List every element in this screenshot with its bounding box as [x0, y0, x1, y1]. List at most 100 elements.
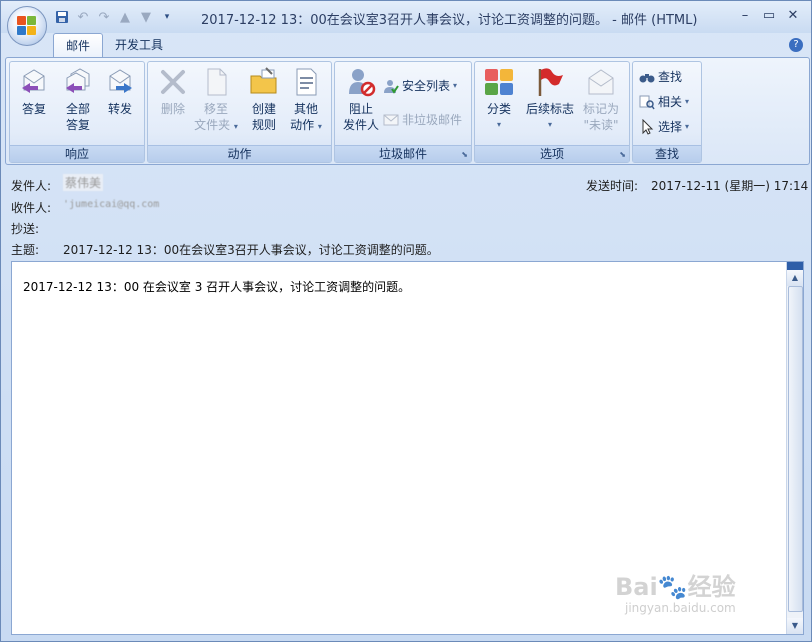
categorize-button[interactable]: 分类 ▾: [477, 66, 521, 133]
create-rule-button[interactable]: 创建 规则: [242, 66, 286, 133]
move-label-line1: 移至: [203, 102, 228, 116]
group-actions-label: 动作: [148, 145, 331, 162]
find-button[interactable]: 查找: [639, 67, 682, 87]
undo-icon[interactable]: ↶: [74, 8, 92, 26]
vertical-scrollbar[interactable]: ▲ ▼: [786, 262, 803, 634]
follow-up-label: 后续标志: [525, 102, 574, 116]
baidu-watermark-url: jingyan.baidu.com: [625, 601, 736, 615]
tab-message[interactable]: 邮件: [53, 33, 104, 58]
safe-list-icon: [383, 78, 399, 94]
to-value[interactable]: 'jumeicai@qq.com: [63, 199, 159, 210]
reply-button[interactable]: 答复: [12, 66, 56, 117]
select-button[interactable]: 选择 ▾: [639, 117, 689, 137]
redo-icon[interactable]: ↷: [95, 8, 113, 26]
mark-unread-label-line2: "未读": [583, 118, 619, 132]
cursor-arrow-icon: [639, 118, 655, 135]
group-junk-label: 垃圾邮件: [335, 145, 471, 162]
from-value[interactable]: 蔡伟美: [63, 174, 104, 191]
to-label: 收件人:: [11, 201, 52, 215]
move-to-folder-button[interactable]: 移至 文件夹 ▾: [194, 66, 238, 135]
forward-button[interactable]: 转发: [98, 66, 142, 117]
not-junk-button[interactable]: 非垃圾邮件: [383, 110, 462, 130]
sent-label: 发送时间:: [586, 179, 639, 193]
maximize-button[interactable]: ▭: [757, 5, 781, 25]
group-junk-email: 阻止 发件人 安全列表 ▾ 非垃圾邮件 垃圾邮件 ⬊: [334, 61, 472, 163]
reply-label: 答复: [21, 102, 46, 116]
delete-button[interactable]: 删除: [151, 66, 195, 117]
categorize-icon: [483, 66, 515, 98]
close-button[interactable]: ✕: [781, 5, 805, 25]
office-logo-icon: [17, 16, 37, 36]
move-document-icon: [200, 66, 232, 98]
not-junk-icon: [383, 112, 399, 128]
move-label-line2: 文件夹 ▾: [194, 118, 238, 132]
forward-icon: [104, 66, 136, 98]
mark-unread-button[interactable]: 标记为 "未读": [579, 66, 623, 133]
scrollbar-thumb[interactable]: [788, 286, 803, 612]
ribbon-tabs: 邮件 开发工具: [53, 33, 175, 58]
delete-label: 删除: [160, 102, 185, 116]
quick-access-toolbar: ↶ ↷ ▲ ▼ ▾: [53, 7, 176, 27]
group-find: 查找 相关 ▾ 选择 ▾ 查找: [632, 61, 702, 163]
window-controls: – ▭ ✕: [733, 5, 805, 25]
block-sender-button[interactable]: 阻止 发件人: [337, 66, 385, 133]
from-label: 发件人:: [11, 179, 52, 193]
subject-value: 2017-12-12 13：00在会议室3召开人事会议，讨论工资调整的问题。: [63, 243, 439, 257]
dialog-launcher-icon[interactable]: ⬊: [619, 150, 626, 159]
help-icon[interactable]: ?: [789, 38, 803, 52]
save-icon[interactable]: [53, 8, 71, 26]
cc-label: 抄送:: [11, 222, 40, 236]
safe-lists-button[interactable]: 安全列表 ▾: [383, 76, 457, 96]
categorize-label: 分类: [486, 102, 511, 116]
follow-up-button[interactable]: 后续标志 ▾: [521, 66, 579, 133]
group-actions: 删除 移至 文件夹 ▾ 创建 规则 其他 动作 ▾ 动作: [147, 61, 332, 163]
reply-all-button[interactable]: 全部 答复: [56, 66, 100, 133]
other-actions-button[interactable]: 其他 动作 ▾: [284, 66, 328, 135]
follow-up-flag-icon: [534, 66, 566, 98]
not-junk-label: 非垃圾邮件: [402, 113, 463, 127]
mark-unread-icon: [585, 66, 617, 98]
binoculars-icon: [639, 69, 655, 85]
window-title: 2017-12-12 13：00在会议室3召开人事会议，讨论工资调整的问题。 -…: [201, 13, 698, 28]
forward-label: 转发: [107, 102, 132, 116]
block-sender-label-line2: 发件人: [342, 118, 379, 132]
outlook-message-window: ↶ ↷ ▲ ▼ ▾ 2017-12-12 13：00在会议室3召开人事会议，讨论…: [0, 0, 812, 642]
create-rule-label-line2: 规则: [251, 118, 276, 132]
create-rule-label-line1: 创建: [251, 102, 276, 116]
reply-all-label-line1: 全部: [65, 102, 90, 116]
chevron-down-icon: ▾: [496, 120, 501, 129]
block-sender-label-line1: 阻止: [348, 102, 373, 116]
related-icon: [639, 94, 655, 110]
scrollbar-cap: [787, 262, 803, 270]
scroll-down-icon[interactable]: ▼: [787, 618, 803, 634]
customize-qat-icon[interactable]: ▾: [158, 8, 176, 26]
other-actions-icon: [290, 66, 322, 98]
other-actions-label-line1: 其他: [293, 102, 318, 116]
chevron-down-icon: ▾: [685, 97, 690, 106]
safe-lists-label: 安全列表: [402, 79, 451, 93]
up-arrow-icon[interactable]: ▲: [116, 8, 134, 26]
group-respond: 答复 全部 答复 转发 响应: [9, 61, 145, 163]
down-arrow-icon[interactable]: ▼: [137, 8, 155, 26]
baidu-watermark-logo: Bai🐾经验: [615, 573, 736, 601]
block-sender-icon: [345, 66, 377, 98]
dialog-launcher-icon[interactable]: ⬊: [461, 150, 468, 159]
tab-developer[interactable]: 开发工具: [103, 33, 175, 57]
group-respond-label: 响应: [10, 145, 144, 162]
chevron-down-icon: ▾: [453, 81, 458, 90]
minimize-button[interactable]: –: [733, 5, 757, 25]
office-button[interactable]: [7, 6, 47, 46]
related-button[interactable]: 相关 ▾: [639, 92, 689, 112]
chevron-down-icon: ▾: [547, 120, 552, 129]
mark-unread-label-line1: 标记为: [582, 102, 619, 116]
message-body-text: 2017-12-12 13：00 在会议室 3 召开人事会议，讨论工资调整的问题…: [23, 280, 411, 294]
group-options-label: 选项: [475, 145, 629, 162]
subject-label: 主题:: [11, 243, 40, 257]
scroll-up-icon[interactable]: ▲: [787, 270, 803, 286]
delete-x-icon: [157, 66, 189, 98]
sent-value: 2017-12-11 (星期一) 17:14: [651, 179, 809, 193]
rule-folder-icon: [248, 66, 280, 98]
title-bar: ↶ ↷ ▲ ▼ ▾ 2017-12-12 13：00在会议室3召开人事会议，讨论…: [1, 1, 811, 33]
group-options: 分类 ▾ 后续标志 ▾ 标记为 "未读" 选项 ⬊: [474, 61, 630, 163]
reply-all-label-line2: 答复: [65, 118, 90, 132]
